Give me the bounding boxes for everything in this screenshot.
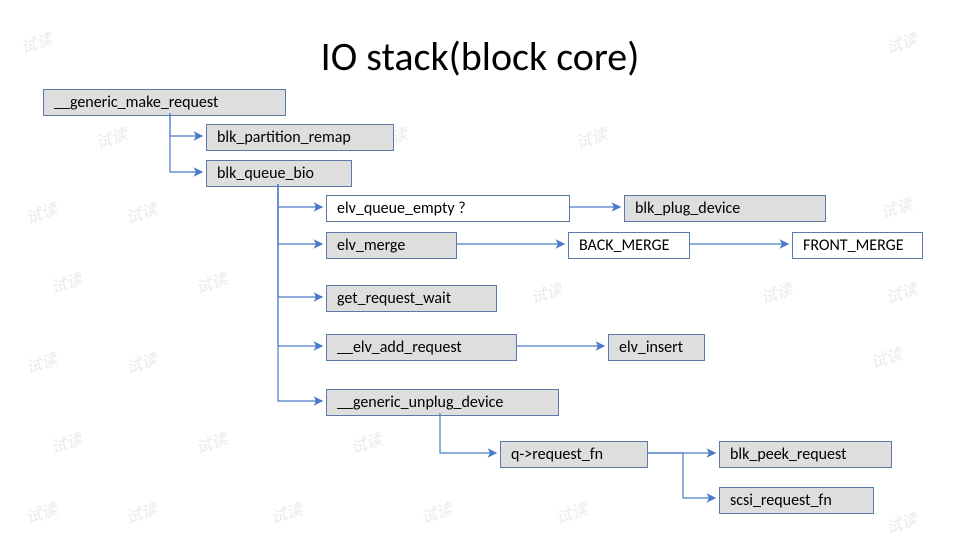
watermark: 试读 xyxy=(192,426,230,459)
watermark: 试读 xyxy=(22,196,60,229)
node-elv-queue-empty: elv_queue_empty ? xyxy=(326,195,570,222)
node-front-merge: FRONT_MERGE xyxy=(792,232,923,259)
watermark: 试读 xyxy=(417,496,455,529)
node-elv-merge: elv_merge xyxy=(326,232,457,259)
node-blk-queue-bio: blk_queue_bio xyxy=(206,160,352,187)
watermark: 试读 xyxy=(47,426,85,459)
watermark: 试读 xyxy=(757,276,795,309)
node-blk-plug-device: blk_plug_device xyxy=(624,195,826,222)
watermark: 试读 xyxy=(552,496,590,529)
node-blk-peek-request: blk_peek_request xyxy=(719,441,892,468)
watermark: 试读 xyxy=(572,121,610,154)
watermark: 试读 xyxy=(882,276,920,309)
watermark: 试读 xyxy=(22,496,60,529)
watermark: 试读 xyxy=(267,496,305,529)
node-elv-add-request: __elv_add_request xyxy=(326,334,517,361)
node-get-request-wait: get_request_wait xyxy=(326,285,497,312)
node-q-request-fn: q->request_fn xyxy=(500,441,648,468)
node-scsi-request-fn: scsi_request_fn xyxy=(719,487,874,514)
watermark: 试读 xyxy=(877,191,915,224)
node-generic-make-request: __generic_make_request xyxy=(43,89,286,116)
watermark: 试读 xyxy=(122,346,160,379)
watermark: 试读 xyxy=(47,266,85,299)
watermark: 试读 xyxy=(92,121,130,154)
watermark: 试读 xyxy=(882,506,920,539)
watermark: 试读 xyxy=(122,196,160,229)
node-blk-partition-remap: blk_partition_remap xyxy=(206,124,394,151)
node-generic-unplug-device: __generic_unplug_device xyxy=(326,389,559,416)
watermark: 试读 xyxy=(192,266,230,299)
watermark: 试读 xyxy=(122,496,160,529)
page-title: IO stack(block core) xyxy=(0,32,960,81)
node-back-merge: BACK_MERGE xyxy=(568,232,690,259)
watermark: 试读 xyxy=(527,276,565,309)
node-elv-insert: elv_insert xyxy=(608,334,705,361)
watermark: 试读 xyxy=(22,346,60,379)
watermark: 试读 xyxy=(867,341,905,374)
watermark: 试读 xyxy=(347,426,385,459)
